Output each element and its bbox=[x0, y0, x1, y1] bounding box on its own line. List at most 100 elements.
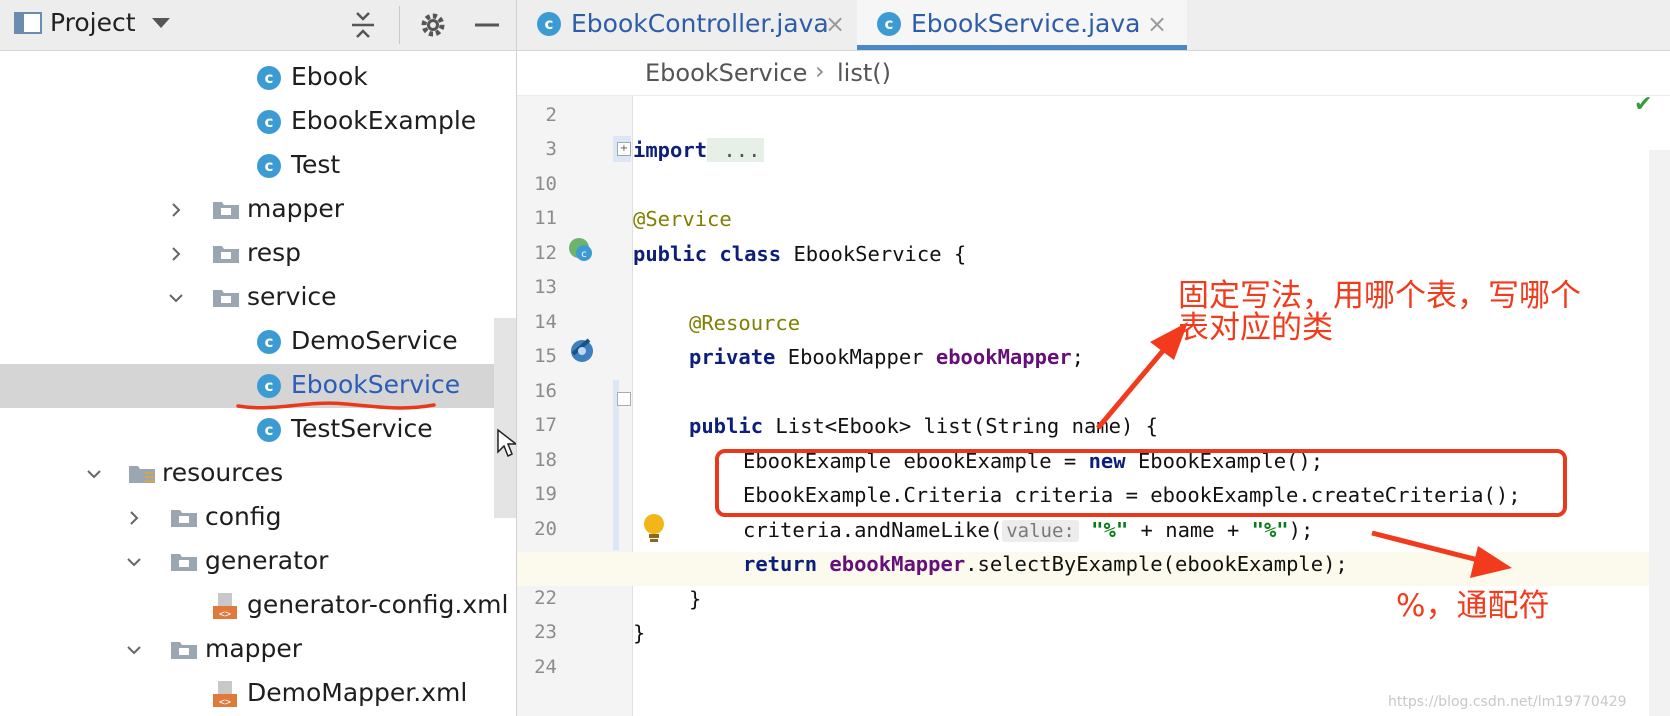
tab-label: EbookService.java bbox=[911, 9, 1141, 38]
code-line-12: public class EbookService { bbox=[633, 242, 1633, 276]
line-number: 11 bbox=[534, 207, 557, 229]
folder-icon bbox=[171, 554, 197, 571]
chevron-down-icon[interactable] bbox=[152, 18, 170, 28]
tree-item-test[interactable]: c Test bbox=[0, 144, 516, 188]
breadcrumb-class[interactable]: EbookService bbox=[645, 59, 807, 87]
tree-item-label: mapper bbox=[247, 194, 345, 223]
folder-icon bbox=[213, 290, 239, 307]
line-number-gutter: 2 3 10 11 12 13 14 15 16 17 18 19 20 21 … bbox=[517, 96, 664, 716]
code-token: EbookMapper bbox=[775, 345, 936, 369]
code-token: } bbox=[689, 587, 702, 611]
line-number: 16 bbox=[534, 380, 557, 402]
tree-item-generator-config[interactable]: <> generator-config.xml bbox=[0, 584, 516, 628]
tree-item-ebook[interactable]: c Ebook bbox=[0, 56, 516, 100]
tree-item-label: service bbox=[247, 282, 337, 311]
tree-item-demomapper[interactable]: <> DemoMapper.xml bbox=[0, 672, 516, 716]
class-icon: c bbox=[257, 110, 281, 134]
tree-item-label: generator bbox=[205, 546, 329, 575]
chevron-right-icon[interactable] bbox=[168, 202, 184, 218]
class-icon: c bbox=[257, 154, 281, 178]
code-line-23: } bbox=[633, 621, 1633, 655]
class-icon: c bbox=[257, 374, 281, 398]
code-token: "%" bbox=[1251, 518, 1289, 542]
mouse-cursor-icon bbox=[497, 428, 516, 458]
code-token: "%" bbox=[1091, 518, 1129, 542]
chevron-down-icon[interactable] bbox=[126, 642, 142, 658]
class-icon: c bbox=[537, 12, 561, 36]
collapse-fold-icon[interactable] bbox=[617, 392, 631, 406]
line-number: 18 bbox=[534, 449, 557, 471]
tab-ebookservice[interactable]: c EbookService.java × bbox=[857, 0, 1187, 50]
tree-item-label: TestService bbox=[291, 414, 433, 443]
parameter-hint: value: bbox=[1002, 520, 1079, 542]
tree-item-label: EbookService bbox=[291, 370, 461, 399]
editor-scrollbar[interactable] bbox=[1649, 150, 1670, 716]
line-number: 3 bbox=[545, 138, 557, 160]
chevron-right-icon[interactable] bbox=[126, 510, 142, 526]
tree-item-label: Ebook bbox=[291, 62, 368, 91]
line-number: 2 bbox=[545, 104, 557, 126]
folder-icon bbox=[171, 642, 197, 659]
tree-item-mapper[interactable]: mapper bbox=[0, 188, 516, 232]
chevron-down-icon[interactable] bbox=[126, 554, 142, 570]
spring-bean-icon[interactable]: c bbox=[567, 236, 595, 264]
line-number: 20 bbox=[534, 518, 557, 540]
project-header: Project bbox=[0, 0, 516, 51]
code-line-3: import ... bbox=[633, 138, 1633, 172]
tree-item-label: config bbox=[205, 502, 282, 531]
collapse-all-icon[interactable] bbox=[346, 8, 380, 42]
close-icon[interactable]: × bbox=[825, 10, 845, 38]
tree-item-testservice[interactable]: c TestService bbox=[0, 408, 516, 452]
code-token: ; bbox=[1071, 345, 1084, 369]
class-icon: c bbox=[257, 330, 281, 354]
svg-text:c: c bbox=[581, 249, 587, 260]
chevron-down-icon[interactable] bbox=[86, 466, 102, 482]
tree-item-ebookexample[interactable]: c EbookExample bbox=[0, 100, 516, 144]
line-number: 12 bbox=[534, 242, 557, 264]
tree-item-mapper-resources[interactable]: mapper bbox=[0, 628, 516, 672]
tree-item-demoservice[interactable]: c DemoService bbox=[0, 320, 516, 364]
close-icon[interactable]: × bbox=[1147, 10, 1167, 38]
code-token: private bbox=[689, 345, 776, 369]
gear-icon[interactable] bbox=[416, 8, 450, 42]
annotation-note-wildcard: %，通配符 bbox=[1396, 588, 1550, 624]
tree-item-service[interactable]: service bbox=[0, 276, 516, 320]
code-line-20: criteria.andNameLike(value: "%" + name +… bbox=[743, 518, 1670, 552]
xml-file-icon: <> bbox=[213, 593, 237, 620]
tree-item-resources[interactable]: resources bbox=[0, 452, 516, 496]
line-number: 15 bbox=[534, 345, 557, 367]
line-number: 22 bbox=[534, 587, 557, 609]
class-icon: c bbox=[257, 418, 281, 442]
header-divider bbox=[399, 6, 400, 44]
tree-item-generator[interactable]: generator bbox=[0, 540, 516, 584]
breadcrumb-method[interactable]: list() bbox=[837, 59, 891, 87]
tab-label: EbookController.java bbox=[571, 9, 829, 38]
watermark: https://blog.csdn.net/lm19770429 bbox=[1388, 694, 1627, 710]
inspection-ok-icon[interactable]: ✔ bbox=[1634, 92, 1652, 117]
tree-item-config[interactable]: config bbox=[0, 496, 516, 540]
code-token: .selectByExample(ebookExample); bbox=[965, 552, 1348, 576]
expand-fold-icon[interactable]: + bbox=[617, 142, 631, 156]
project-scrollbar[interactable] bbox=[494, 318, 516, 518]
code-line-11: @Service bbox=[633, 207, 1633, 241]
chevron-down-icon[interactable] bbox=[168, 290, 184, 306]
project-title[interactable]: Project bbox=[50, 8, 136, 37]
minimize-icon[interactable] bbox=[470, 8, 504, 42]
line-number: 24 bbox=[534, 656, 557, 678]
collapsed-imports[interactable]: ... bbox=[707, 138, 765, 162]
tree-item-label: resp bbox=[247, 238, 302, 267]
annotation-note-fixed-usage: 固定写法，用哪个表，写哪个表对应的类 bbox=[1178, 278, 1581, 346]
tree-item-resp[interactable]: resp bbox=[0, 232, 516, 276]
autowired-bean-icon[interactable] bbox=[567, 334, 597, 364]
tree-item-label: DemoService bbox=[291, 326, 458, 355]
code-token: criteria.andNameLike( bbox=[743, 518, 1003, 542]
chevron-right-icon[interactable] bbox=[168, 246, 184, 262]
xml-file-icon: <> bbox=[213, 681, 237, 708]
line-number: 17 bbox=[534, 414, 557, 436]
line-number: 10 bbox=[534, 173, 557, 195]
code-token: ); bbox=[1288, 518, 1314, 542]
tab-ebookcontroller[interactable]: c EbookController.java × bbox=[517, 0, 853, 50]
code-token: List<Ebook> list(String name) { bbox=[763, 414, 1159, 438]
editor-tab-bar: c EbookController.java × c EbookService.… bbox=[517, 0, 1670, 51]
tree-item-label: EbookExample bbox=[291, 106, 477, 135]
